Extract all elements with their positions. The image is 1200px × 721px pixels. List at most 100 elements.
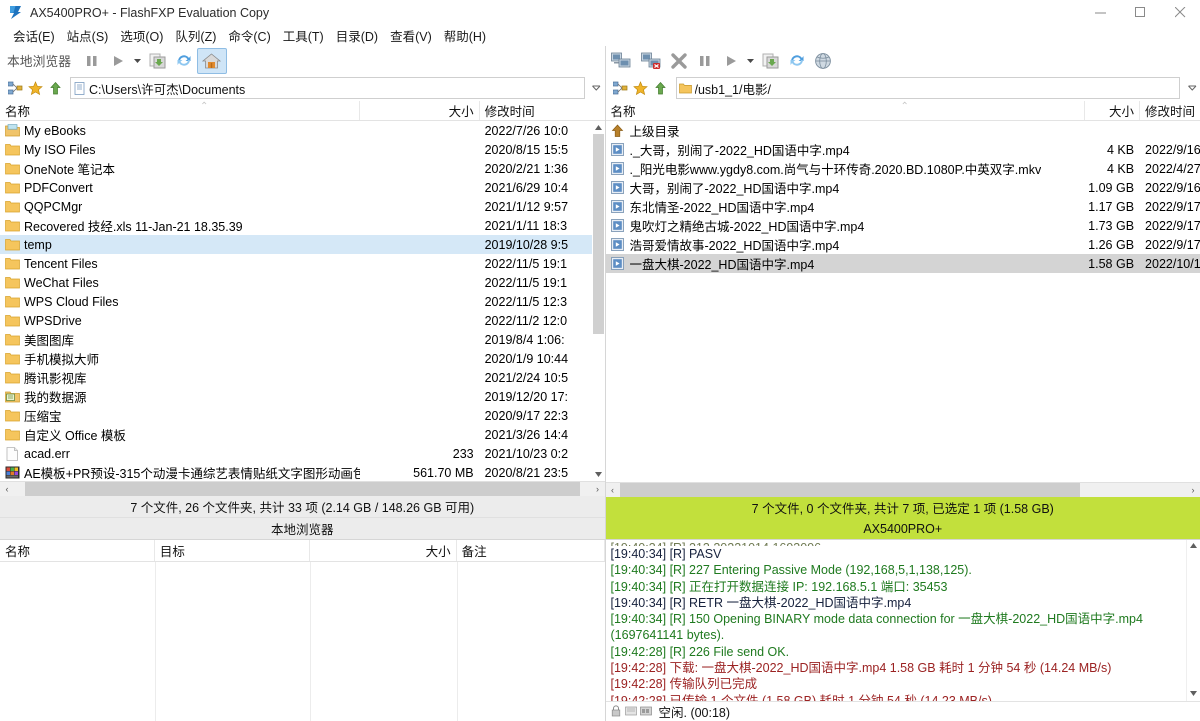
table-row[interactable]: My eBooks2022/7/26 10:0: [0, 121, 605, 140]
connect-button[interactable]: [606, 48, 636, 74]
table-row[interactable]: 东北情圣-2022_HD国语中字.mp41.17 GB2022/9/17: [606, 197, 1200, 216]
table-row[interactable]: OneNote 笔记本2020/2/21 1:36: [0, 159, 605, 178]
transfer-queue-button[interactable]: [145, 48, 171, 74]
local-vertical-scrollbar[interactable]: [592, 121, 605, 481]
table-row[interactable]: 浩哥爱情故事-2022_HD国语中字.mp41.26 GB2022/9/17: [606, 235, 1200, 254]
log-scroll-up-arrow[interactable]: [1190, 540, 1197, 550]
up-directory-icon[interactable]: [45, 78, 65, 98]
remote-hscroll-track[interactable]: [620, 483, 1187, 497]
disconnect-button[interactable]: [636, 48, 666, 74]
menu-directory[interactable]: 目录(D): [330, 25, 384, 46]
queue-col-name[interactable]: 名称: [0, 540, 155, 561]
table-row[interactable]: AE模板+PR预设-315个动漫卡通综艺表情贴纸文字图形动画包v4.zip561…: [0, 463, 605, 481]
local-path-input[interactable]: C:\Users\许可杰\Documents: [70, 77, 585, 99]
refresh-button[interactable]: [171, 48, 197, 74]
local-hscroll-right-arrow[interactable]: ›: [591, 482, 605, 496]
remote-refresh-button[interactable]: [784, 48, 810, 74]
local-col-name[interactable]: 名称: [0, 101, 360, 120]
transfer-dropdown-caret[interactable]: [131, 48, 145, 74]
menu-sites[interactable]: 站点(S): [61, 25, 115, 46]
remote-horizontal-scrollbar[interactable]: ‹ ›: [606, 482, 1200, 497]
menu-help[interactable]: 帮助(H): [438, 25, 492, 46]
table-row[interactable]: 自定义 Office 模板2021/3/26 14:4: [0, 425, 605, 444]
window-title: AX5400PRO+ - FlashFXP Evaluation Copy: [30, 6, 1080, 20]
menu-options[interactable]: 选项(O): [114, 25, 169, 46]
table-row[interactable]: WeChat Files2022/11/5 19:1: [0, 273, 605, 292]
abort-button[interactable]: [666, 48, 692, 74]
local-file-list[interactable]: My eBooks2022/7/26 10:0My ISO Files2020/…: [0, 121, 605, 481]
table-row[interactable]: QQPCMgr2021/1/12 9:57: [0, 197, 605, 216]
file-name-label: 美图图库: [24, 330, 74, 349]
close-button[interactable]: [1160, 0, 1200, 25]
remote-path-input[interactable]: /usb1_1/电影/: [676, 77, 1181, 99]
menu-session[interactable]: 会话(E): [7, 25, 61, 46]
menu-view[interactable]: 查看(V): [384, 25, 438, 46]
local-col-date[interactable]: 修改时间: [480, 101, 605, 120]
table-row[interactable]: 腾讯影视库2021/2/24 10:5: [0, 368, 605, 387]
local-scroll-down-arrow[interactable]: [592, 468, 605, 481]
pause-button[interactable]: [79, 48, 105, 74]
table-row[interactable]: WPSDrive2022/11/2 12:0: [0, 311, 605, 330]
transfer-play-button[interactable]: [105, 48, 131, 74]
table-row[interactable]: WPS Cloud Files2022/11/5 12:3: [0, 292, 605, 311]
table-row[interactable]: ._阳光电影www.ygdy8.com.尚气与十环传奇.2020.BD.1080…: [606, 159, 1200, 178]
local-hscroll-track[interactable]: [14, 482, 591, 496]
remote-dropdown-caret[interactable]: [744, 48, 758, 74]
table-row[interactable]: 大哥，别闹了-2022_HD国语中字.mp41.09 GB2022/9/16: [606, 178, 1200, 197]
local-scroll-up-arrow[interactable]: [592, 121, 605, 134]
table-row[interactable]: 美图图库2019/8/4 1:06:: [0, 330, 605, 349]
remote-file-list[interactable]: 上级目录._大哥，别闹了-2022_HD国语中字.mp44 KB2022/9/1…: [606, 121, 1200, 482]
remote-pause-button[interactable]: [692, 48, 718, 74]
file-date-cell: 2019/12/20 17:: [480, 390, 605, 404]
table-row[interactable]: ._大哥，别闹了-2022_HD国语中字.mp44 KB2022/9/16: [606, 140, 1200, 159]
local-col-size[interactable]: 大小: [360, 101, 480, 120]
bookmark-star-icon[interactable]: [25, 78, 45, 98]
menu-tools[interactable]: 工具(T): [277, 25, 330, 46]
remote-col-size[interactable]: 大小: [1085, 101, 1140, 120]
remote-transfer-queue-button[interactable]: [758, 48, 784, 74]
remote-play-button[interactable]: [718, 48, 744, 74]
remote-up-directory-icon[interactable]: [651, 78, 671, 98]
remote-hscroll-left-arrow[interactable]: ‹: [606, 483, 620, 497]
table-row[interactable]: acad.err2332021/10/23 0:2: [0, 444, 605, 463]
remote-col-name[interactable]: 名称: [606, 101, 1086, 120]
local-path-dropdown[interactable]: [589, 85, 605, 91]
sitemanager-icon[interactable]: [5, 78, 25, 98]
menu-commands[interactable]: 命令(C): [222, 25, 276, 46]
home-button[interactable]: [197, 48, 227, 74]
local-scroll-thumb[interactable]: [593, 134, 604, 334]
remote-bookmark-star-icon[interactable]: [631, 78, 651, 98]
remote-hscroll-right-arrow[interactable]: ›: [1186, 483, 1200, 497]
file-name-label: ._阳光电影www.ygdy8.com.尚气与十环传奇.2020.BD.1080…: [630, 159, 1042, 178]
minimize-button[interactable]: [1080, 0, 1120, 25]
table-row[interactable]: 我的数据源2019/12/20 17:: [0, 387, 605, 406]
table-row[interactable]: Recovered 技经.xls 11-Jan-21 18.35.392021/…: [0, 216, 605, 235]
table-row[interactable]: 压缩宝2020/9/17 22:3: [0, 406, 605, 425]
log-scroll-down-arrow[interactable]: [1190, 691, 1197, 701]
table-row[interactable]: 一盘大棋-2022_HD国语中字.mp41.58 GB2022/10/1: [606, 254, 1200, 273]
remote-sitemanager-icon[interactable]: [611, 78, 631, 98]
queue-body[interactable]: [0, 562, 605, 721]
maximize-button[interactable]: [1120, 0, 1160, 25]
table-row[interactable]: 上级目录: [606, 121, 1200, 140]
queue-col-note[interactable]: 备注: [457, 540, 605, 561]
menu-queue[interactable]: 队列(Z): [169, 25, 222, 46]
table-row[interactable]: Tencent Files2022/11/5 19:1: [0, 254, 605, 273]
remote-path-dropdown[interactable]: [1184, 85, 1200, 91]
log-output[interactable]: [19:40:34] [R] 213 20221014 1693096[19:4…: [606, 540, 1200, 701]
local-hscroll-thumb[interactable]: [25, 482, 580, 496]
queue-col-size[interactable]: 大小: [310, 540, 457, 561]
remote-hscroll-thumb[interactable]: [620, 483, 1080, 497]
file-date-cell: 2022/11/5 19:1: [480, 276, 605, 290]
table-row[interactable]: 鬼吹灯之精绝古城-2022_HD国语中字.mp41.73 GB2022/9/17: [606, 216, 1200, 235]
table-row[interactable]: temp2019/10/28 9:5: [0, 235, 605, 254]
log-scrollbar[interactable]: [1186, 540, 1200, 701]
globe-browser-button[interactable]: [810, 48, 836, 74]
table-row[interactable]: 手机模拟大师2020/1/9 10:44: [0, 349, 605, 368]
remote-col-date[interactable]: 修改时间: [1140, 101, 1200, 120]
queue-col-target[interactable]: 目标: [155, 540, 310, 561]
local-horizontal-scrollbar[interactable]: ‹ ›: [0, 481, 605, 496]
local-hscroll-left-arrow[interactable]: ‹: [0, 482, 14, 496]
table-row[interactable]: PDFConvert2021/6/29 10:4: [0, 178, 605, 197]
table-row[interactable]: My ISO Files2020/8/15 15:5: [0, 140, 605, 159]
